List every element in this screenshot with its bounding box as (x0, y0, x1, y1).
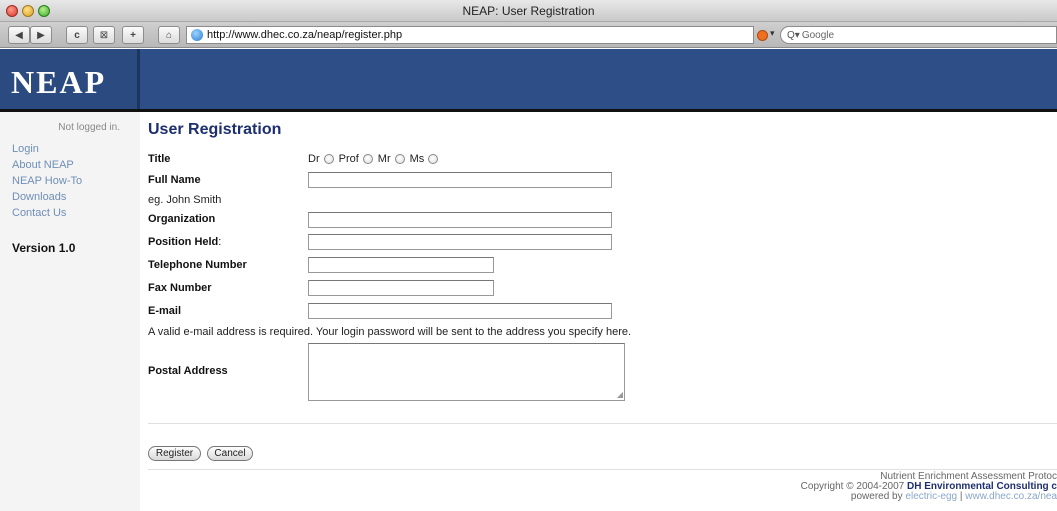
postal-address-label: Postal Address (148, 365, 228, 377)
window-title: NEAP: User Registration (462, 4, 595, 18)
resize-handle-icon[interactable]: ◢ (617, 390, 623, 399)
fullname-hint: eg. John Smith (148, 194, 222, 206)
site-header: NEAP (0, 49, 1057, 109)
telephone-label: Telephone Number (148, 259, 247, 271)
register-button[interactable]: Register (148, 446, 201, 461)
email-input[interactable] (308, 303, 612, 319)
search-input[interactable]: Q▾ Google (780, 26, 1057, 44)
home-icon: ⌂ (165, 29, 173, 41)
sidebar-item-downloads[interactable]: Downloads (12, 191, 82, 207)
email-note: A valid e-mail address is required. Your… (148, 326, 632, 338)
title-option-dr-label: Dr (308, 153, 320, 165)
organization-input[interactable] (308, 212, 612, 228)
footer-separator: | (959, 491, 963, 502)
sidebar: Not logged in. Login About NEAP NEAP How… (0, 112, 140, 511)
back-arrow-icon: ◀ (15, 29, 23, 41)
page-footer: Nutrient Enrichment Assessment Protoc Co… (801, 472, 1057, 502)
address-bar[interactable]: http://www.dhec.co.za/neap/register.php (186, 26, 754, 44)
forward-button[interactable]: ▶ (30, 26, 52, 44)
sidebar-item-how-to[interactable]: NEAP How-To (12, 175, 82, 191)
title-radio-group: Dr Prof Mr Ms (308, 153, 443, 165)
reload-icon: c (74, 29, 80, 41)
title-label: Title (148, 153, 171, 165)
feed-icon[interactable] (757, 30, 768, 41)
position-label: Position Held: (148, 236, 222, 248)
plus-icon: + (130, 29, 136, 41)
site-globe-icon (191, 29, 203, 41)
fullname-input[interactable] (308, 172, 612, 188)
browser-toolbar: ◀ ▶ c ⊠ + ⌂ http://www.dhec.co.za/neap/r… (0, 22, 1057, 48)
logo-box: NEAP (0, 49, 140, 109)
back-button[interactable]: ◀ (8, 26, 30, 44)
sidebar-item-about[interactable]: About NEAP (12, 159, 82, 175)
header-divider (0, 109, 1057, 112)
title-option-prof-label: Prof (338, 153, 359, 165)
sidebar-item-contact[interactable]: Contact Us (12, 207, 82, 223)
postal-address-textarea[interactable]: ◢ (308, 343, 625, 401)
email-label: E-mail (148, 305, 182, 317)
search-icon: Q▾ (787, 29, 800, 41)
site-logo[interactable]: NEAP (11, 64, 106, 101)
position-input[interactable] (308, 234, 612, 250)
footer-powered-by: powered by (850, 491, 903, 502)
window-titlebar: NEAP: User Registration (0, 0, 1057, 22)
footer-link-dhec[interactable]: www.dhec.co.za/nea (965, 491, 1057, 502)
address-url: http://www.dhec.co.za/neap/register.php (207, 29, 403, 41)
login-status: Not logged in. (58, 122, 120, 133)
title-option-mr-radio[interactable] (394, 154, 405, 164)
forward-arrow-icon: ▶ (37, 29, 45, 41)
add-bookmark-button[interactable]: + (122, 26, 144, 44)
version-label: Version 1.0 (12, 241, 76, 255)
form-divider (148, 423, 1057, 424)
footer-line-3: powered by electric-egg | www.dhec.co.za… (801, 492, 1057, 502)
fax-label: Fax Number (148, 282, 212, 294)
footer-link-electric-egg[interactable]: electric-egg (905, 491, 957, 502)
organization-label: Organization (148, 213, 216, 225)
feed-dropdown-icon[interactable]: ▾ (770, 28, 775, 39)
title-option-mr-label: Mr (377, 153, 391, 165)
title-option-prof-radio[interactable] (362, 154, 373, 164)
sidebar-item-login[interactable]: Login (12, 143, 82, 159)
title-option-dr-radio[interactable] (323, 154, 334, 164)
page-title: User Registration (148, 121, 282, 138)
reload-button[interactable]: c (66, 26, 88, 44)
stop-button[interactable]: ⊠ (93, 26, 115, 44)
home-button[interactable]: ⌂ (158, 26, 180, 44)
fullname-label: Full Name (148, 174, 201, 186)
stop-icon: ⊠ (99, 29, 109, 41)
footer-divider (148, 469, 1057, 470)
search-placeholder: Google (801, 29, 835, 41)
title-option-ms-label: Ms (409, 153, 425, 165)
cancel-button[interactable]: Cancel (207, 446, 253, 461)
telephone-input[interactable] (308, 257, 494, 273)
title-option-ms-radio[interactable] (428, 154, 439, 164)
fax-input[interactable] (308, 280, 494, 296)
sidebar-nav: Login About NEAP NEAP How-To Downloads C… (12, 143, 82, 223)
